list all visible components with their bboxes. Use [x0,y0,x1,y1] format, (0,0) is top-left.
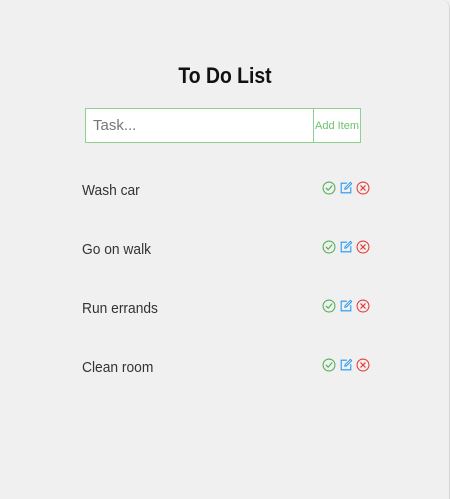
edit-icon[interactable] [339,240,353,254]
x-circle-icon[interactable] [356,240,370,254]
edit-icon[interactable] [339,181,353,195]
item-actions [322,240,370,254]
item-actions [322,181,370,195]
todo-app: To Do List Add Item Wash car Go on walk [0,0,450,499]
check-circle-icon[interactable] [322,358,336,372]
check-circle-icon[interactable] [322,181,336,195]
list-item: Go on walk [82,233,370,292]
item-label: Go on walk [82,241,152,258]
x-circle-icon[interactable] [356,181,370,195]
list-item: Clean room [82,351,370,410]
list-item: Wash car [82,174,370,233]
add-item-button[interactable]: Add Item [313,109,360,142]
edit-icon[interactable] [339,299,353,313]
item-actions [322,299,370,313]
todo-list: Wash car Go on walk Run errands Clean ro… [82,174,370,410]
x-circle-icon[interactable] [356,358,370,372]
item-actions [322,358,370,372]
window-edge [442,0,450,499]
x-circle-icon[interactable] [356,299,370,313]
check-circle-icon[interactable] [322,240,336,254]
list-item: Run errands [82,292,370,351]
item-label: Clean room [82,359,154,376]
item-label: Run errands [82,300,158,317]
edit-icon[interactable] [339,358,353,372]
page-title: To Do List [178,62,272,88]
check-circle-icon[interactable] [322,299,336,313]
item-label: Wash car [82,182,140,199]
task-input[interactable] [86,109,313,142]
add-task-form: Add Item [85,108,361,143]
